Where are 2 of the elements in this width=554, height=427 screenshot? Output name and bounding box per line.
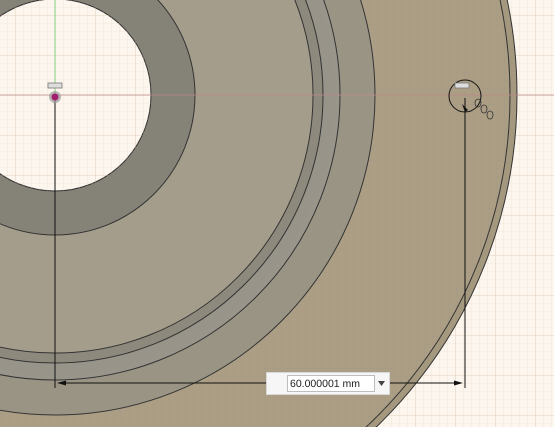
dimension-input-field[interactable]: 60.000001 mm <box>287 375 375 392</box>
dropdown-caret-icon[interactable] <box>378 381 385 386</box>
